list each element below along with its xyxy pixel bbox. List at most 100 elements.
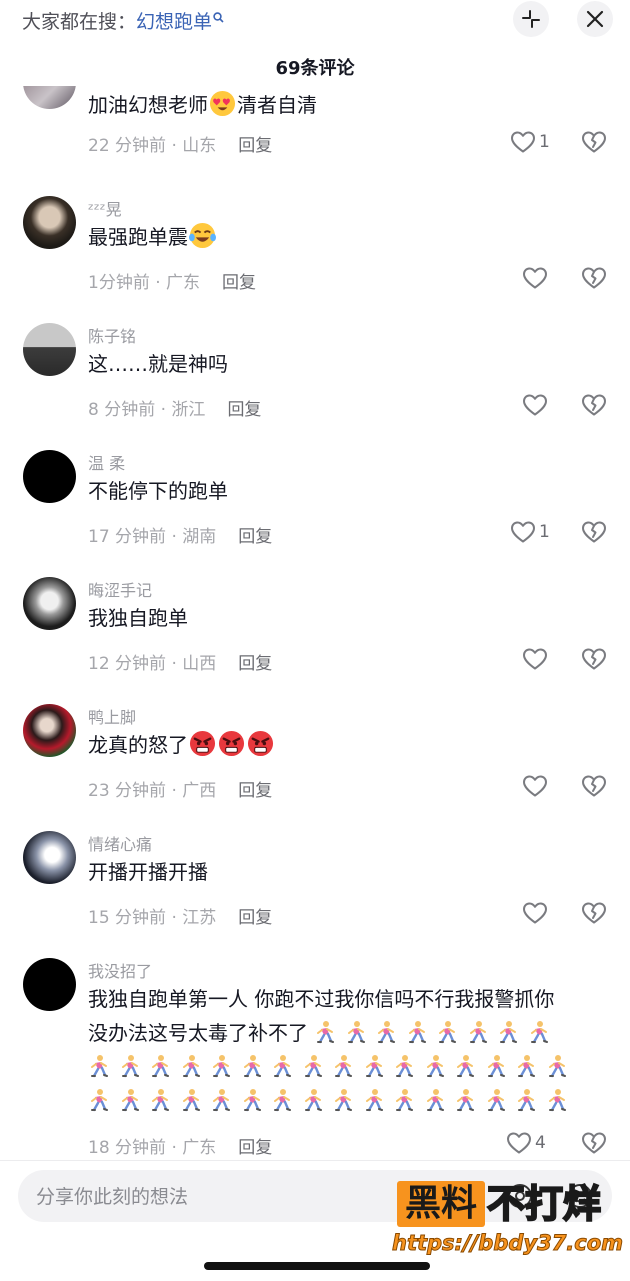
dislike-button[interactable] [581,266,607,290]
username[interactable]: 晦涩手记 [88,577,152,601]
reply-button[interactable]: 回复 [222,273,256,293]
running-person-emoji-row [88,1050,598,1084]
reply-button[interactable]: 回复 [238,781,272,801]
comment-text-line: 没办法这号太毒了补不了 [88,1016,598,1050]
search-term-link[interactable]: 幻想跑单 [136,11,212,33]
dislike-button[interactable] [581,901,607,925]
running-person-emoji [302,1054,324,1078]
running-person-emoji [546,1088,568,1112]
heart-eyes-emoji [209,90,236,117]
running-person-emoji [180,1088,202,1112]
like-button[interactable]: 1 [510,130,550,154]
comment-count-title: 69条评论 [275,58,355,79]
comment-text: 最强跑单震 [88,220,598,254]
avatar[interactable] [23,958,76,1011]
close-button[interactable] [577,1,613,37]
running-person-emoji [424,1088,446,1112]
avatar[interactable] [23,704,76,757]
username[interactable]: 情绪心痛 [88,831,152,855]
search-icon[interactable] [213,11,224,27]
comment-text: 开播开播开播 [88,860,208,884]
heart-icon [510,520,536,544]
running-person-emoji [332,1088,354,1112]
like-button[interactable]: 1 [510,520,550,544]
comment-meta: 12 分钟前 · 山西 回复 [88,654,273,674]
comment-list[interactable]: 加油幻想老师 清者自清 22 分钟前 · 山东 回复 1 ᶻᶻᶻ晃 最强跑单震 1分… [0,86,630,1160]
dislike-button[interactable] [581,647,607,671]
running-person-emoji [485,1088,507,1112]
reply-button[interactable]: 回复 [227,400,261,420]
running-person-emoji [271,1054,293,1078]
heart-icon [522,901,548,925]
comment-meta: 22 分钟前 · 山东 回复 [88,136,273,156]
comment-meta: 23 分钟前 · 广西 回复 [88,781,273,801]
username[interactable]: 我没招了 [88,958,152,982]
like-count: 1 [539,522,550,542]
comment-item: 晦涩手记 我独自跑单 12 分钟前 · 山西 回复 [0,577,630,682]
heart-icon [506,1131,532,1155]
crying-laughing-emoji [189,222,216,249]
reply-button[interactable]: 回复 [238,136,272,156]
avatar[interactable] [23,86,76,109]
comment-text: 我独自跑单第一人 你跑不过我你信吗不行我报警抓你 没办法这号太毒了补不了 [88,982,598,1118]
running-person-emoji [515,1088,537,1112]
running-person-emoji [454,1054,476,1078]
avatar[interactable] [23,323,76,376]
like-button[interactable] [522,901,548,925]
reply-button[interactable]: 回复 [238,1138,272,1158]
collapse-button[interactable] [513,1,549,37]
home-indicator[interactable] [204,1262,430,1270]
comment-item: 情绪心痛 开播开播开播 15 分钟前 · 江苏 回复 [0,831,630,936]
running-person-emoji [546,1054,568,1078]
watermark-url: https://bbdy37.com [391,1231,624,1256]
comment-text-line: 我独自跑单第一人 你跑不过我你信吗不行我报警抓你 [88,987,555,1011]
dislike-button[interactable] [581,520,607,544]
comment-text: 加油幻想老师 清者自清 [88,88,598,122]
search-prefix: 大家都在搜： [22,11,137,33]
watermark-text: 不打烊 [486,1181,602,1227]
dislike-button[interactable] [581,130,607,154]
comment-meta: 15 分钟前 · 江苏 回复 [88,908,273,928]
heart-icon [522,393,548,417]
like-count: 4 [535,1133,546,1153]
like-button[interactable] [522,266,548,290]
reply-button[interactable]: 回复 [238,908,272,928]
angry-face-emoji [218,730,245,757]
username[interactable]: ᶻᶻᶻ晃 [88,196,122,220]
reply-button[interactable]: 回复 [238,527,272,547]
running-person-emoji [363,1054,385,1078]
heart-icon [510,130,536,154]
heart-icon [522,647,548,671]
like-button[interactable] [522,647,548,671]
avatar[interactable] [23,196,76,249]
username[interactable]: 温 柔 [88,450,125,474]
top-bar: 大家都在搜：幻想跑单 [0,0,630,44]
username[interactable]: 陈子铭 [88,323,136,347]
heart-icon [522,266,548,290]
reply-button[interactable]: 回复 [238,654,272,674]
dislike-button[interactable] [581,774,607,798]
avatar[interactable] [23,577,76,630]
dislike-button[interactable] [581,393,607,417]
like-button[interactable] [522,393,548,417]
running-person-emoji [302,1088,324,1112]
running-person-emoji [375,1020,397,1044]
like-button[interactable]: 4 [506,1131,546,1155]
like-button[interactable] [522,774,548,798]
running-person-emoji [515,1054,537,1078]
comment-item: 加油幻想老师 清者自清 22 分钟前 · 山东 回复 1 [0,86,630,166]
avatar[interactable] [23,450,76,503]
running-person-emoji [119,1054,141,1078]
avatar[interactable] [23,831,76,884]
close-icon [586,10,604,28]
running-person-emoji [149,1054,171,1078]
running-person-emoji [393,1088,415,1112]
comment-text: 龙真的怒了 [88,728,598,762]
search-suggestion[interactable]: 大家都在搜：幻想跑单 [22,7,224,34]
running-person-emoji [210,1054,232,1078]
like-count: 1 [539,132,550,152]
running-person-emoji [314,1020,336,1044]
username[interactable]: 鸭上脚 [88,704,136,728]
running-person-emoji [149,1088,171,1112]
dislike-button[interactable] [581,1131,607,1155]
